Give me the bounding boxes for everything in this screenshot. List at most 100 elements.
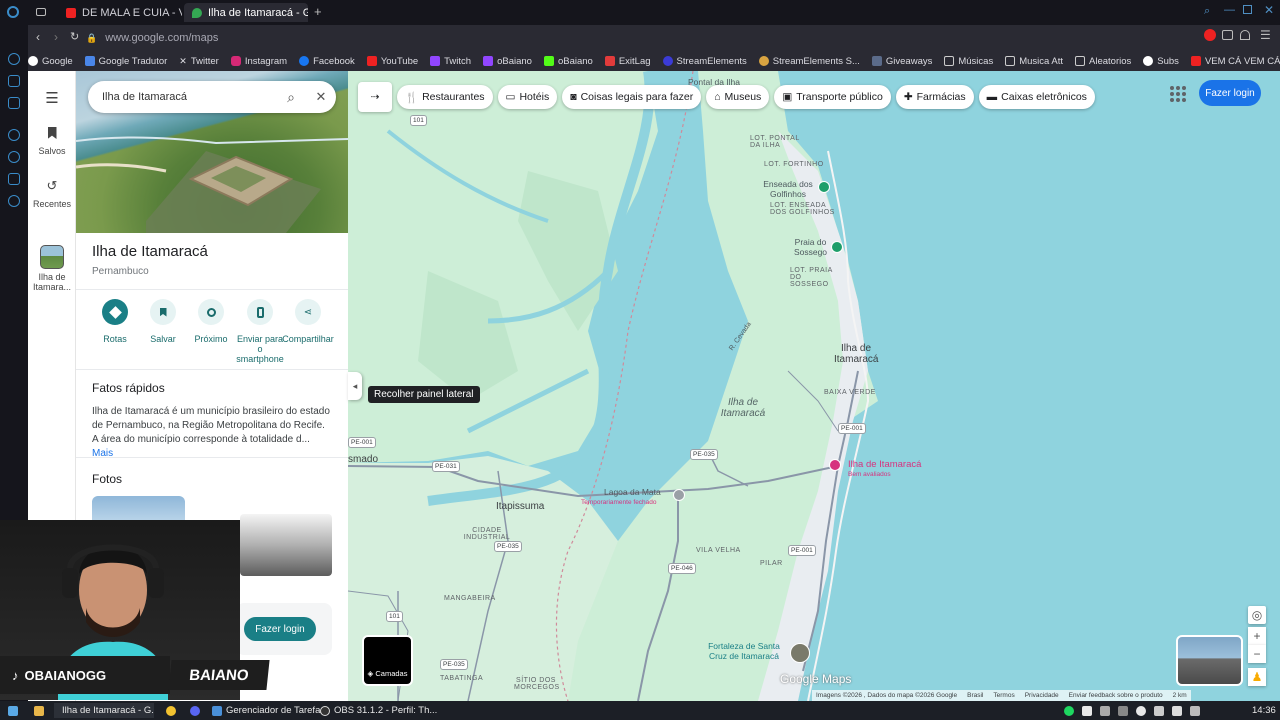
bookmark-instagram[interactable]: Instagram: [230, 56, 287, 67]
map-label-pink-place[interactable]: Ilha de Itamaracá: [848, 459, 921, 470]
top-login-button[interactable]: Fazer login: [1199, 80, 1261, 106]
panel-login-button[interactable]: Fazer login: [244, 617, 316, 641]
chip-restaurants[interactable]: 🍴 Restaurantes: [397, 85, 493, 109]
extension-icon[interactable]: [1222, 30, 1233, 40]
bookmark-streamelements-2[interactable]: StreamElements S...: [758, 56, 860, 67]
bookmark-giveaways[interactable]: Giveaways: [871, 56, 932, 67]
maximize-icon[interactable]: [1243, 5, 1252, 14]
vpn-badge-icon[interactable]: [1204, 29, 1216, 41]
history-icon[interactable]: [8, 151, 20, 163]
directions-button[interactable]: Rotas: [89, 299, 141, 344]
send-to-phone-button[interactable]: Enviar para o smartphone: [234, 299, 286, 364]
menu-icon[interactable]: ☰: [1260, 28, 1271, 42]
nearby-button[interactable]: Próximo: [185, 299, 237, 344]
layers-button[interactable]: ◈ Camadas: [362, 635, 413, 686]
aria-icon[interactable]: [8, 75, 20, 87]
my-location-icon[interactable]: ◎: [1248, 606, 1266, 624]
bookmark-translate[interactable]: Google Tradutor: [84, 56, 167, 67]
region-link[interactable]: Brasil: [967, 692, 983, 699]
apps-grid-icon[interactable]: [1168, 84, 1186, 102]
rail-saved[interactable]: Salvos: [28, 127, 76, 156]
bookmark-streamelements[interactable]: StreamElements: [662, 56, 747, 67]
bookmark-facebook[interactable]: Facebook: [299, 56, 355, 67]
share-button[interactable]: ⋖ Compartilhar: [282, 299, 334, 344]
search-input[interactable]: Ilha de Itamaracá: [102, 91, 276, 103]
bookmark-folder-musica-att[interactable]: Musica Att: [1005, 56, 1063, 67]
place-subtitle: Pernambuco: [92, 266, 149, 277]
close-window-icon[interactable]: ✕: [1264, 3, 1274, 17]
chip-museums[interactable]: ⌂ Museus: [706, 85, 770, 109]
chip-atms[interactable]: ▬ Caixas eletrônicos: [978, 85, 1095, 109]
file-explorer-button[interactable]: [30, 703, 48, 718]
privacy-link[interactable]: Privacidade: [1025, 692, 1059, 699]
taskbar-obs[interactable]: OBS 31.1.2 - Perfil: Th...: [316, 703, 441, 718]
rail-recent[interactable]: ↺ Recentes: [28, 179, 76, 210]
bookmark-folder-aleatorios[interactable]: Aleatorios: [1075, 56, 1131, 67]
bookmark-folder-musicas[interactable]: Músicas: [944, 56, 993, 67]
play-icon[interactable]: [8, 129, 20, 141]
back-icon[interactable]: ‹: [36, 30, 40, 44]
collapse-panel-button[interactable]: ◂: [348, 372, 362, 400]
tab-vlog[interactable]: DE MALA E CUIA - VLOG 2: [58, 3, 182, 22]
hamburger-menu-icon[interactable]: ☰: [28, 89, 76, 107]
forward-icon[interactable]: ›: [54, 30, 58, 44]
chrome-button[interactable]: [162, 703, 180, 718]
save-button[interactable]: Salvar: [137, 299, 189, 344]
zoom-in-button[interactable]: +: [1248, 627, 1266, 645]
fork-knife-icon: 🍴: [405, 91, 419, 104]
rail-recent-place[interactable]: Ilha de Itamara...: [28, 245, 76, 292]
settings-icon[interactable]: [8, 195, 20, 207]
directions-mode-chip[interactable]: ⇢: [358, 82, 392, 112]
bookmark-obaiano-twitch[interactable]: oBaiano: [483, 56, 532, 67]
beach-poi-icon[interactable]: [831, 241, 843, 253]
taskbar-opera-window[interactable]: Ilha de Itamaracá - G...: [54, 703, 154, 718]
taskbar-task-manager[interactable]: Gerenciador de Tarefas: [208, 703, 329, 718]
feedback-link[interactable]: Enviar feedback sobre o produto: [1069, 692, 1163, 699]
pegman-icon[interactable]: ♟: [1248, 668, 1266, 686]
photo-thumbnail[interactable]: [240, 514, 332, 576]
bookmark-youtube[interactable]: YouTube: [366, 56, 418, 67]
new-tab-button[interactable]: +: [314, 5, 322, 18]
bookmark-google[interactable]: Google: [28, 56, 73, 67]
messenger-icon[interactable]: [8, 53, 20, 65]
park-poi-icon[interactable]: [673, 489, 685, 501]
search-box[interactable]: Ilha de Itamaracá ⌕ ✕: [88, 81, 336, 113]
street-view-thumbnail[interactable]: [1176, 635, 1243, 686]
pin-icon[interactable]: [829, 459, 841, 471]
bookmark-exitlag[interactable]: ExitLag: [604, 56, 651, 67]
chip-hotels[interactable]: ▭ Hotéis: [497, 85, 558, 109]
chip-transit[interactable]: ▣ Transporte público: [774, 85, 891, 109]
bookmark-subs[interactable]: Subs: [1143, 56, 1179, 67]
bookmark-twitter[interactable]: ✕ Twitter: [179, 56, 219, 67]
clock[interactable]: 14:36: [1248, 703, 1280, 718]
player-icon[interactable]: [8, 97, 20, 109]
start-button[interactable]: [4, 703, 22, 718]
profile-icon[interactable]: [1240, 30, 1250, 40]
map-canvas[interactable]: Pontal da Ilha LOT. PONTAL DA ILHA LOT. …: [348, 71, 1280, 701]
bookmark-obaiano-kick[interactable]: oBaiano: [543, 56, 593, 67]
terms-link[interactable]: Termos: [993, 692, 1014, 699]
bookmark-vem-ca[interactable]: VEM CÁ VEM CÁ -...: [1190, 56, 1280, 67]
url-field[interactable]: 🔒 www.google.com/maps: [86, 28, 1076, 48]
bookmark-twitch[interactable]: Twitch: [430, 56, 471, 67]
reload-icon[interactable]: ↻: [70, 30, 79, 43]
system-tray[interactable]: [1060, 703, 1204, 718]
tab-google-maps[interactable]: Ilha de Itamaracá - Google: [184, 3, 308, 22]
search-tabs-icon[interactable]: ⌕: [1204, 5, 1210, 18]
zoom-out-button[interactable]: −: [1248, 645, 1266, 663]
clear-search-icon[interactable]: ✕: [306, 89, 336, 105]
opera-logo-icon[interactable]: [7, 6, 19, 18]
streamer-name: BAIANO: [188, 666, 250, 684]
chip-things-to-do[interactable]: ◙ Coisas legais para fazer: [562, 85, 702, 109]
scale-label[interactable]: 2 km: [1173, 692, 1187, 699]
tab-menu-icon[interactable]: [36, 8, 46, 16]
minimize-icon[interactable]: —: [1224, 4, 1235, 16]
search-icon[interactable]: ⌕: [276, 89, 306, 106]
extensions-icon[interactable]: [8, 173, 20, 185]
chip-pharmacies[interactable]: ✚ Farmácias: [895, 85, 974, 109]
place-hero-photo[interactable]: Ilha de Itamaracá ⌕ ✕: [76, 71, 348, 233]
fort-photo-poi[interactable]: [790, 643, 810, 663]
discord-button[interactable]: [186, 703, 204, 718]
map-label-fortaleza[interactable]: Fortaleza de Santa Cruz de Itamaracá: [700, 641, 788, 661]
beach-poi-icon[interactable]: [818, 181, 830, 193]
